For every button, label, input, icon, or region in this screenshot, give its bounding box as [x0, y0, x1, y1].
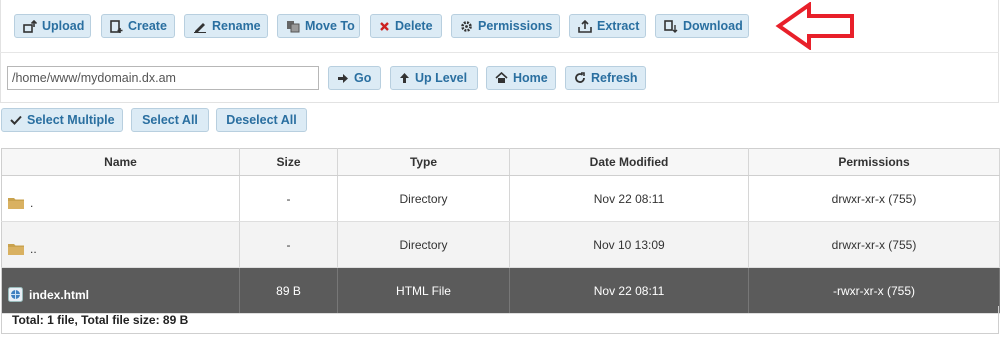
up-level-button[interactable]: Up Level [390, 66, 478, 90]
select-multiple-button[interactable]: Select Multiple [1, 108, 123, 132]
gear-icon [460, 20, 473, 33]
refresh-button[interactable]: Refresh [565, 66, 646, 90]
red-arrow-annotation [775, 2, 854, 50]
home-button[interactable]: Home [486, 66, 556, 90]
refresh-icon [574, 72, 586, 84]
download-label: Download [683, 19, 743, 33]
table-row[interactable]: .. - Directory Nov 10 13:09 drwxr-xr-x (… [1, 221, 1000, 268]
web-file-icon [8, 287, 23, 302]
permissions-cell[interactable]: drwxr-xr-x (755) [748, 221, 1000, 268]
table-header-row: Name Size Type Date Modified Permissions [1, 148, 1000, 176]
folder-icon [8, 198, 24, 209]
toolbar-divider [0, 52, 999, 53]
create-button[interactable]: Create [101, 14, 175, 38]
move-to-label: Move To [305, 19, 355, 33]
go-button[interactable]: Go [328, 66, 381, 90]
size-cell: - [239, 175, 338, 222]
rename-label: Rename [212, 19, 261, 33]
name-cell[interactable]: .. [1, 221, 240, 268]
deselect-all-button[interactable]: Deselect All [216, 108, 307, 132]
select-multiple-label: Select Multiple [27, 113, 115, 127]
file-name: .. [30, 241, 37, 256]
date-cell: Nov 10 13:09 [509, 221, 749, 268]
upload-button[interactable]: Upload [14, 14, 91, 38]
refresh-label: Refresh [591, 71, 638, 85]
delete-button[interactable]: Delete [370, 14, 442, 38]
upload-label: Upload [42, 19, 85, 33]
date-column-header[interactable]: Date Modified [509, 148, 749, 176]
create-icon [110, 19, 123, 33]
home-label: Home [513, 71, 548, 85]
move-to-button[interactable]: Move To [277, 14, 360, 38]
file-table: Name Size Type Date Modified Permissions… [1, 148, 1000, 314]
go-label: Go [354, 71, 372, 85]
up-level-label: Up Level [415, 71, 468, 85]
permissions-button[interactable]: Permissions [451, 14, 560, 38]
checkmark-icon [10, 115, 22, 125]
permissions-cell[interactable]: drwxr-xr-x (755) [748, 175, 1000, 222]
folder-icon [8, 244, 24, 255]
type-column-header[interactable]: Type [337, 148, 510, 176]
move-icon [286, 20, 300, 33]
select-all-label: Select All [142, 113, 198, 127]
delete-label: Delete [395, 19, 433, 33]
permissions-column-header[interactable]: Permissions [748, 148, 1000, 176]
select-all-button[interactable]: Select All [131, 108, 209, 132]
download-button[interactable]: Download [655, 14, 749, 38]
permissions-label: Permissions [478, 19, 553, 33]
table-row[interactable]: . - Directory Nov 22 08:11 drwxr-xr-x (7… [1, 175, 1000, 222]
delete-x-icon [379, 21, 390, 32]
type-cell: Directory [337, 175, 510, 222]
name-cell[interactable]: . [1, 175, 240, 222]
file-name: . [30, 195, 34, 210]
rename-button[interactable]: Rename [184, 14, 268, 38]
file-name: index.html [29, 287, 90, 302]
arrow-right-icon [337, 73, 349, 84]
size-column-header[interactable]: Size [239, 148, 338, 176]
date-cell: Nov 22 08:11 [509, 175, 749, 222]
name-column-header[interactable]: Name [1, 148, 240, 176]
extract-icon [578, 19, 592, 33]
deselect-all-label: Deselect All [226, 113, 297, 127]
extract-label: Extract [597, 19, 640, 33]
type-cell: Directory [337, 221, 510, 268]
upload-icon [23, 19, 37, 33]
download-icon [664, 19, 678, 33]
create-label: Create [128, 19, 167, 33]
file-summary: Total: 1 file, Total file size: 89 B [1, 306, 999, 334]
arrow-up-icon [399, 72, 410, 84]
size-cell: - [239, 221, 338, 268]
extract-button[interactable]: Extract [569, 14, 646, 38]
pencil-icon [193, 20, 207, 33]
home-icon [495, 72, 508, 84]
path-input[interactable] [7, 66, 319, 90]
